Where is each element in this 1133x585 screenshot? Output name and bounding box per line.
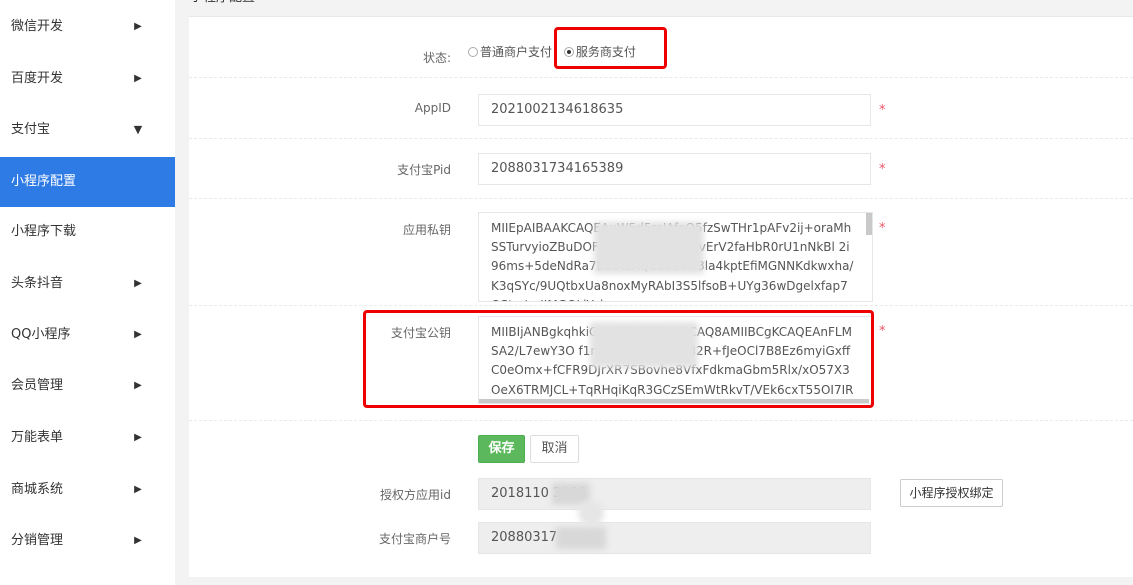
redaction-blur — [578, 500, 604, 526]
radio-icon — [468, 47, 478, 57]
auth-app-id-input: 2018110 3986 — [478, 478, 871, 510]
row-divider — [189, 77, 1133, 78]
miniprogram-auth-bind-button[interactable]: 小程序授权绑定 — [900, 479, 1003, 507]
required-mark: * — [879, 221, 886, 236]
required-mark: * — [879, 324, 886, 339]
required-mark: * — [879, 103, 886, 118]
page-title: 小程序配置 — [190, 0, 255, 8]
sidebar-item-label: 万能表单 — [11, 430, 64, 445]
redaction-blur — [556, 527, 606, 549]
sidebar-item-member-management[interactable]: 会员管理 ▶ — [0, 361, 175, 411]
private-key-label: 应用私钥 — [402, 223, 451, 237]
sidebar-item-label: 微信开发 — [11, 19, 64, 34]
chevron-right-icon: ▶ — [134, 278, 142, 289]
appid-input[interactable]: 2021002134618635 — [478, 94, 871, 126]
chevron-right-icon: ▶ — [134, 432, 142, 443]
appid-label: AppID — [414, 101, 451, 115]
redaction-blur — [594, 222, 704, 274]
sidebar-item-toutiao-douyin[interactable]: 头条抖音 ▶ — [0, 259, 175, 309]
sidebar-item-label: 百度开发 — [11, 71, 64, 86]
status-label: 状态: — [422, 51, 451, 65]
radio-normal-label: 普通商户支付 — [480, 45, 553, 59]
sidebar-item-label: 支付宝 — [11, 122, 51, 137]
highlight-box — [554, 27, 667, 69]
row-divider — [189, 198, 1133, 199]
chevron-right-icon: ▶ — [134, 21, 142, 32]
pid-label: 支付宝Pid — [397, 163, 451, 177]
merchant-no-input: 20880317 — [478, 522, 871, 554]
save-button[interactable]: 保存 — [478, 435, 525, 463]
chevron-right-icon: ▶ — [134, 380, 142, 391]
row-divider — [189, 138, 1133, 139]
cancel-button[interactable]: 取消 — [530, 435, 579, 463]
merchant-no-label: 支付宝商户号 — [378, 532, 451, 546]
sidebar-item-label: 头条抖音 — [11, 276, 64, 291]
sidebar-item-label: 会员管理 — [11, 378, 64, 393]
row-divider — [189, 420, 1133, 421]
row-divider — [189, 305, 1133, 306]
sidebar-item-wechat-dev[interactable]: 微信开发 ▶ — [0, 2, 175, 52]
required-mark: * — [879, 162, 886, 177]
vertical-scrollbar[interactable] — [866, 213, 872, 235]
radio-normal-merchant[interactable]: 普通商户支付 — [468, 45, 552, 59]
highlight-box — [363, 310, 874, 408]
sidebar-item-universal-form[interactable]: 万能表单 ▶ — [0, 413, 175, 463]
auth-app-id-label: 授权方应用id — [380, 488, 451, 502]
pid-input[interactable]: 2088031734165389 — [478, 153, 871, 185]
